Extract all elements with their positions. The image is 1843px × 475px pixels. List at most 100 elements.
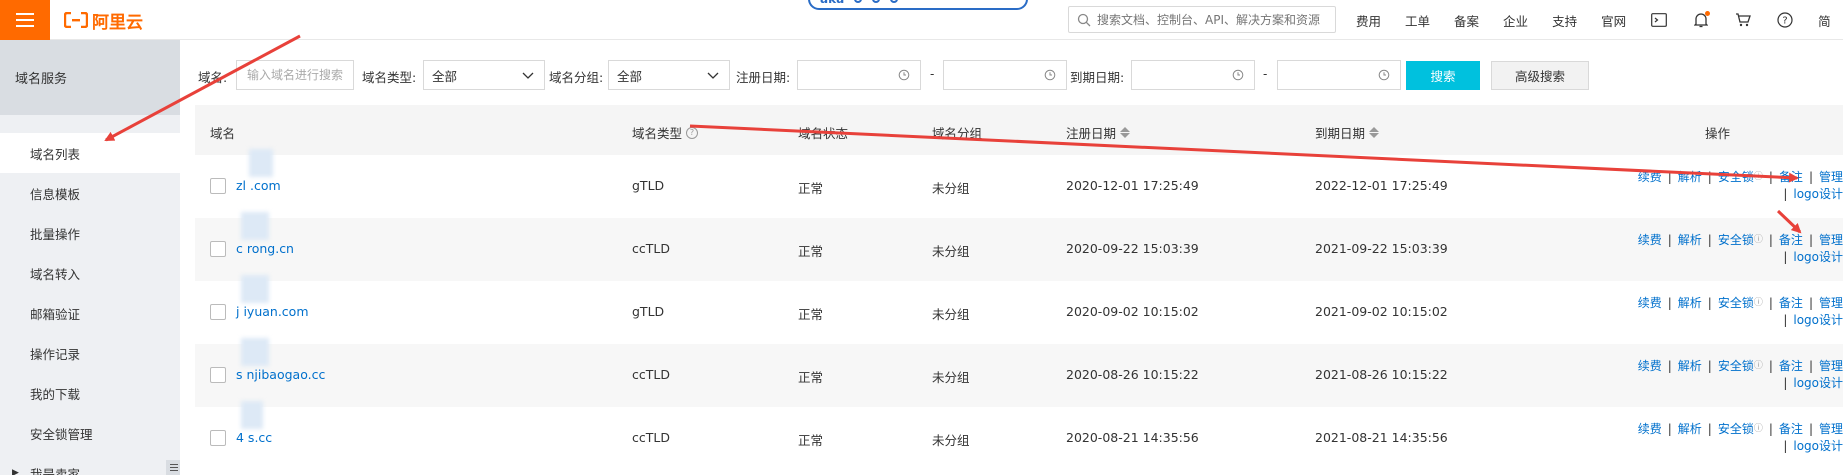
sidebar-item-downloads[interactable]: 我的下载	[0, 373, 180, 413]
redaction-blur	[249, 149, 273, 177]
sidebar-item-security-lock[interactable]: 安全锁管理	[0, 413, 180, 453]
row-checkbox[interactable]	[210, 430, 226, 446]
logo-design-link[interactable]: logo设计	[1793, 250, 1843, 264]
sidebar-collapse-toggle[interactable]	[166, 460, 180, 475]
renew-link[interactable]: 续费	[1638, 170, 1662, 184]
exp-date-end[interactable]	[1277, 60, 1401, 90]
security-lock-link[interactable]: 安全锁	[1718, 233, 1754, 247]
domain-link[interactable]: 4 s.cc	[236, 430, 272, 445]
global-search-input[interactable]	[1097, 12, 1325, 27]
renew-link[interactable]: 续费	[1638, 359, 1662, 373]
note-link[interactable]: 备注	[1779, 233, 1803, 247]
row-actions: 续费 | 解析 | 安全锁ⓘ | 备注 | 管理 | logo设计	[1637, 169, 1843, 201]
toolbar-dot-icon	[890, 0, 899, 3]
domain-type: ccTLD	[632, 430, 670, 445]
sidebar-item-email-verify[interactable]: 邮箱验证	[0, 293, 180, 333]
manage-link[interactable]: 管理	[1819, 422, 1843, 436]
global-search[interactable]	[1068, 6, 1336, 33]
note-link[interactable]: 备注	[1779, 359, 1803, 373]
row-checkbox[interactable]	[210, 304, 226, 320]
renew-link[interactable]: 续费	[1638, 296, 1662, 310]
renew-link[interactable]: 续费	[1638, 233, 1662, 247]
help-icon[interactable]: ⓘ	[1754, 232, 1763, 249]
col-header-status: 域名状态	[798, 126, 849, 141]
help-icon[interactable]: ⓘ	[1754, 358, 1763, 375]
domain-link[interactable]: s njibaogao.cc	[236, 367, 325, 382]
resolve-link[interactable]: 解析	[1678, 233, 1702, 247]
sidebar-item-op-log[interactable]: 操作记录	[0, 333, 180, 373]
domain-group: 未分组	[932, 181, 970, 196]
bell-icon[interactable]	[1692, 11, 1711, 29]
row-checkbox[interactable]	[210, 367, 226, 383]
cart-icon[interactable]	[1734, 11, 1752, 29]
manage-link[interactable]: 管理	[1819, 170, 1843, 184]
exp-date: 2021-09-22 15:03:39	[1315, 241, 1448, 256]
nav-link-filing[interactable]: 备案	[1454, 11, 1479, 30]
group-filter-label: 域名分组:	[549, 70, 604, 85]
domain-link[interactable]: c rong.cn	[236, 241, 294, 256]
security-lock-link[interactable]: 安全锁	[1718, 422, 1754, 436]
help-icon[interactable]: ⓘ	[1754, 169, 1763, 186]
floating-toolbar[interactable]: aka	[808, 0, 1028, 10]
group-select[interactable]: 全部	[608, 60, 730, 90]
nav-link-tickets[interactable]: 工单	[1405, 11, 1430, 30]
nav-link-support[interactable]: 支持	[1552, 11, 1577, 30]
search-button[interactable]: 搜索	[1406, 61, 1480, 90]
sidebar-item-domain-transfer[interactable]: 域名转入	[0, 253, 180, 293]
help-icon[interactable]: ⓘ	[1754, 421, 1763, 438]
col-header-exp-date[interactable]: 到期日期	[1315, 123, 1380, 142]
resolve-link[interactable]: 解析	[1678, 170, 1702, 184]
exp-date-start[interactable]	[1131, 60, 1255, 90]
logo-text: 阿里云	[92, 12, 143, 33]
advanced-search-button[interactable]: 高级搜索	[1491, 61, 1589, 90]
date-range-dash: -	[1263, 67, 1268, 81]
help-icon[interactable]: ?	[1776, 11, 1794, 29]
sort-icon[interactable]	[1369, 127, 1380, 138]
row-checkbox[interactable]	[210, 241, 226, 257]
security-lock-link[interactable]: 安全锁	[1718, 296, 1754, 310]
svg-text:?: ?	[1782, 16, 1787, 27]
logo-design-link[interactable]: logo设计	[1793, 313, 1843, 327]
logo-design-link[interactable]: logo设计	[1793, 376, 1843, 390]
note-link[interactable]: 备注	[1779, 422, 1803, 436]
domain-search-input[interactable]	[236, 60, 354, 90]
type-select[interactable]: 全部	[423, 60, 545, 90]
sidebar-item-batch-ops[interactable]: 批量操作	[0, 213, 180, 253]
nav-link-enterprise[interactable]: 企业	[1503, 11, 1528, 30]
terminal-icon[interactable]	[1650, 11, 1668, 29]
manage-link[interactable]: 管理	[1819, 296, 1843, 310]
resolve-link[interactable]: 解析	[1678, 359, 1702, 373]
nav-link-official-site[interactable]: 官网	[1601, 11, 1626, 30]
nav-link-language[interactable]: 简	[1818, 11, 1831, 30]
security-lock-link[interactable]: 安全锁	[1718, 170, 1754, 184]
sidebar-item-info-template[interactable]: 信息模板	[0, 173, 180, 213]
note-link[interactable]: 备注	[1779, 296, 1803, 310]
sort-icon[interactable]	[1120, 127, 1131, 138]
manage-link[interactable]: 管理	[1819, 233, 1843, 247]
note-link[interactable]: 备注	[1779, 170, 1803, 184]
logo-design-link[interactable]: logo设计	[1793, 439, 1843, 453]
help-icon[interactable]: ⓘ	[1754, 295, 1763, 312]
manage-link[interactable]: 管理	[1819, 359, 1843, 373]
reg-date-start[interactable]	[797, 60, 921, 90]
nav-link-fees[interactable]: 费用	[1356, 11, 1381, 30]
sidebar-item-domain-list[interactable]: 域名列表	[0, 133, 180, 173]
reg-date-end[interactable]	[943, 60, 1067, 90]
renew-link[interactable]: 续费	[1638, 422, 1662, 436]
logo-design-link[interactable]: logo设计	[1793, 187, 1843, 201]
help-icon[interactable]: ?	[686, 126, 699, 139]
aliyun-logo[interactable]: 阿里云	[64, 8, 143, 33]
aliyun-logo-icon	[64, 12, 88, 28]
hamburger-menu-button[interactable]	[0, 0, 50, 40]
domain-status: 正常	[798, 307, 824, 322]
domain-link[interactable]: j iyuan.com	[236, 304, 309, 319]
sidebar-item-seller[interactable]: ▶ 我是卖家	[0, 453, 180, 475]
col-header-reg-date[interactable]: 注册日期	[1066, 123, 1131, 142]
resolve-link[interactable]: 解析	[1678, 296, 1702, 310]
domain-link[interactable]: zl .com	[236, 178, 281, 193]
resolve-link[interactable]: 解析	[1678, 422, 1702, 436]
toolbar-dot-icon	[872, 0, 881, 3]
sidebar-item-label: 批量操作	[30, 226, 81, 242]
row-checkbox[interactable]	[210, 178, 226, 194]
security-lock-link[interactable]: 安全锁	[1718, 359, 1754, 373]
